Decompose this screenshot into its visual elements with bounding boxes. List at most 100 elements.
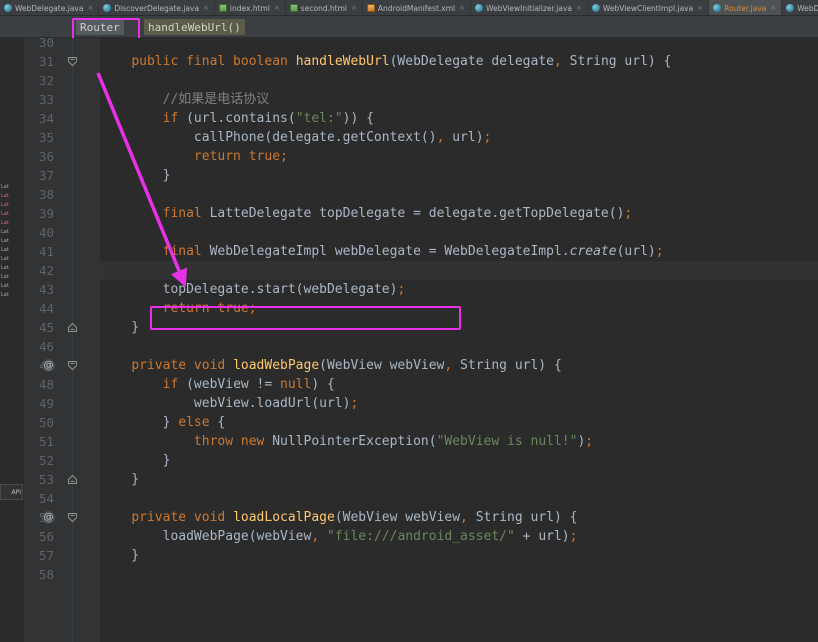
- java-class-icon: [713, 4, 722, 12]
- code-token: ,: [460, 510, 468, 525]
- close-icon[interactable]: ×: [770, 4, 776, 12]
- tool-panel-item[interactable]: Lat: [0, 283, 9, 290]
- code-token: final: [162, 206, 202, 221]
- code-line[interactable]: return true;: [100, 299, 818, 318]
- editor-tab-label: WebDelegate.java: [15, 3, 84, 13]
- html-file-icon: [289, 4, 298, 12]
- editor-tab[interactable]: WebDelegateImpl.java×: [782, 0, 818, 15]
- editor-tab[interactable]: index.html ×: [214, 0, 286, 15]
- tool-panel-item[interactable]: Lat: [0, 265, 9, 272]
- code-line[interactable]: return true;: [100, 147, 818, 166]
- breadcrumb-class[interactable]: Router: [76, 19, 124, 35]
- annotation-override-icon[interactable]: @: [42, 511, 55, 524]
- tool-panel-item[interactable]: Lat: [0, 184, 9, 191]
- code-line[interactable]: topDelegate.start(webDelegate);: [100, 280, 818, 299]
- fold-end-icon[interactable]: [67, 322, 78, 333]
- fold-collapse-icon[interactable]: [67, 360, 78, 371]
- code-token: webView.loadUrl(url): [193, 396, 351, 411]
- code-line[interactable]: if (url.contains("tel:")) {: [100, 109, 818, 128]
- tool-panel-item[interactable]: Lat: [0, 220, 9, 227]
- code-line[interactable]: }: [100, 318, 818, 337]
- code-token: }: [100, 472, 140, 487]
- line-number: 36: [38, 149, 54, 164]
- close-icon[interactable]: ×: [576, 4, 582, 12]
- code-line[interactable]: loadWebPage(webView, "file:///android_as…: [100, 527, 818, 546]
- editor-tab[interactable]: WebViewClientImpl.java ×: [587, 0, 710, 15]
- code-token: if: [162, 111, 179, 126]
- fold-collapse-icon[interactable]: [67, 56, 78, 67]
- editor-tab[interactable]: AndroidManifest.xml ×: [362, 0, 471, 15]
- code-line[interactable]: [100, 185, 818, 204]
- fold-end-icon[interactable]: [67, 474, 78, 485]
- code-token: ,: [311, 529, 320, 544]
- code-line[interactable]: }: [100, 546, 818, 565]
- code-line[interactable]: }: [100, 451, 818, 470]
- code-token: ;: [569, 529, 578, 544]
- code-line[interactable]: [100, 489, 818, 508]
- code-line[interactable]: //如果是电话协议: [100, 90, 818, 109]
- close-icon[interactable]: ×: [203, 4, 209, 12]
- close-icon[interactable]: ×: [459, 4, 465, 12]
- code-line[interactable]: if (webView != null) {: [100, 375, 818, 394]
- code-line[interactable]: [100, 565, 818, 584]
- code-line[interactable]: private void loadWebPage(WebView webView…: [100, 356, 818, 375]
- code-line[interactable]: final LatteDelegate topDelegate = delega…: [100, 204, 818, 223]
- code-line[interactable]: private void loadLocalPage(WebView webVi…: [100, 508, 818, 527]
- code-token: + url): [514, 529, 570, 544]
- annotation-override-icon[interactable]: @: [42, 359, 55, 372]
- tool-panel-item[interactable]: Lat: [0, 274, 9, 281]
- editor-tab[interactable]: WebDelegate.java ×: [0, 0, 100, 15]
- tool-panel-item[interactable]: Lat: [0, 256, 9, 263]
- code-token: return true: [193, 149, 281, 164]
- code-token: )) {: [342, 111, 374, 126]
- tool-panel-item[interactable]: Lat: [0, 229, 9, 236]
- close-icon[interactable]: ×: [87, 4, 93, 12]
- code-token: LatteDelegate topDelegate = delegate.get…: [201, 206, 625, 221]
- tool-panel-item[interactable]: Lat: [0, 211, 9, 218]
- editor-tab[interactable]: Router.java ×: [709, 0, 783, 15]
- close-icon[interactable]: ×: [697, 4, 703, 12]
- tool-panel-item[interactable]: Lat: [0, 238, 9, 245]
- code-line[interactable]: [100, 71, 818, 90]
- editor-tab[interactable]: second.html ×: [285, 0, 363, 15]
- editor-gutter[interactable]: 303132333435363738394041424344454647@484…: [24, 35, 100, 642]
- code-line[interactable]: } else {: [100, 413, 818, 432]
- breadcrumb-method[interactable]: handleWebUrl(): [144, 19, 245, 35]
- code-line[interactable]: public final boolean handleWebUrl(WebDel…: [100, 52, 818, 71]
- code-line[interactable]: final WebDelegateImpl webDelegate = WebD…: [100, 242, 818, 261]
- tool-panel-item[interactable]: Lat: [0, 247, 9, 254]
- tool-panel-item[interactable]: Lat: [0, 292, 9, 299]
- code-line[interactable]: [100, 38, 818, 52]
- code-token: (url.contains(: [178, 111, 296, 126]
- code-line[interactable]: [100, 261, 818, 280]
- code-editor[interactable]: public final boolean handleWebUrl(WebDel…: [100, 38, 818, 642]
- close-icon[interactable]: ×: [274, 4, 280, 12]
- editor-tab[interactable]: WebViewInitializer.java ×: [470, 0, 588, 15]
- code-token: ;: [483, 130, 492, 145]
- fold-collapse-icon[interactable]: [67, 512, 78, 523]
- code-line[interactable]: [100, 223, 818, 242]
- tool-panel-item[interactable]: Lat: [0, 193, 9, 200]
- editor-tab-label: AndroidManifest.xml: [377, 3, 456, 13]
- line-number: 57: [38, 548, 54, 563]
- code-line[interactable]: }: [100, 166, 818, 185]
- code-line[interactable]: webView.loadUrl(url);: [100, 394, 818, 413]
- code-line[interactable]: }: [100, 470, 818, 489]
- code-token: }: [100, 320, 140, 335]
- code-line[interactable]: throw new NullPointerException("WebView …: [100, 432, 818, 451]
- tool-panel-item[interactable]: Lat: [0, 202, 9, 209]
- code-token: create: [569, 244, 617, 259]
- code-line[interactable]: [100, 337, 818, 356]
- code-token: ;: [585, 434, 594, 449]
- editor-tab[interactable]: DiscoverDelegate.java ×: [99, 0, 215, 15]
- code-line[interactable]: callPhone(delegate.getContext(), url);: [100, 128, 818, 147]
- code-token: ;: [655, 244, 664, 259]
- line-number: 56: [38, 529, 54, 544]
- close-icon[interactable]: ×: [351, 4, 357, 12]
